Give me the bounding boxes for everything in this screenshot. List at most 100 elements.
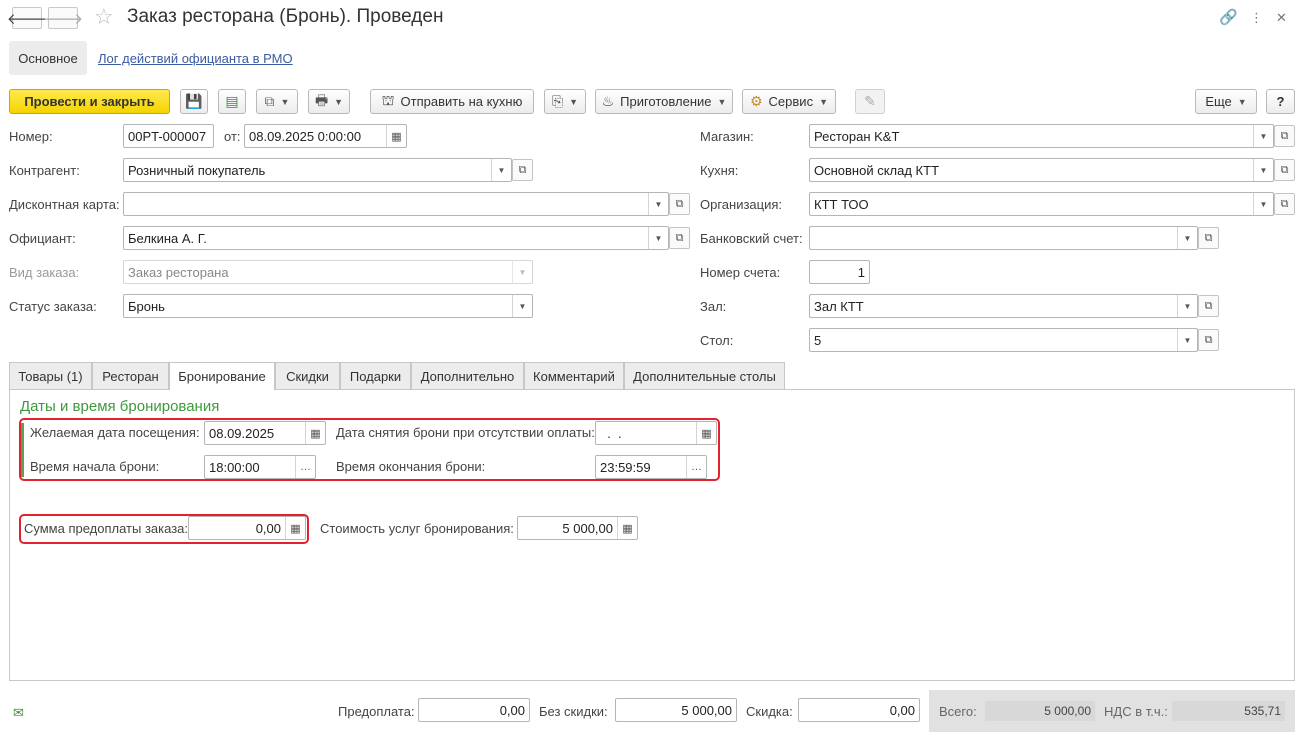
counterparty-field[interactable]: Розничный покупатель ▼	[123, 158, 512, 182]
open-discount-card-button[interactable]: ⧉	[669, 193, 690, 215]
tab-comment[interactable]: Комментарий	[524, 362, 624, 389]
shop-label: Магазин:	[700, 129, 754, 144]
organization-field[interactable]: КТТ ТОО ▼	[809, 192, 1274, 216]
create-based-icon: ⧉	[264, 93, 275, 109]
service-button[interactable]: ⚙ Сервис ▼	[742, 89, 836, 114]
chevron-down-icon[interactable]: ▼	[1253, 159, 1273, 181]
calendar-icon[interactable]: ▦	[386, 125, 406, 147]
cancel-date-label: Дата снятия брони при отсутствии оплаты:	[336, 425, 595, 440]
post-and-close-button[interactable]: Провести и закрыть	[9, 89, 170, 114]
chevron-down-icon[interactable]: ▼	[1177, 227, 1197, 249]
order-status-field[interactable]: Бронь ▼	[123, 294, 533, 318]
open-shop-button[interactable]: ⧉	[1274, 125, 1295, 147]
edit-button[interactable]: ✎	[855, 89, 885, 114]
help-button[interactable]: ?	[1266, 89, 1295, 114]
order-type-value: Заказ ресторана	[128, 264, 229, 280]
create-based-on-button[interactable]: ⧉ ▼	[256, 89, 298, 114]
tab-discounts[interactable]: Скидки	[275, 362, 340, 389]
open-organization-button[interactable]: ⧉	[1274, 193, 1295, 215]
tab-goods[interactable]: Товары (1)	[9, 362, 92, 389]
organization-label: Организация:	[700, 197, 783, 212]
discount-card-field[interactable]: ▼	[123, 192, 669, 216]
send-to-kitchen-button[interactable]: ⛫ Отправить на кухню	[370, 89, 534, 114]
waiter-log-link[interactable]: Лог действий официанта в РМО	[98, 51, 293, 66]
open-kitchen-button[interactable]: ⧉	[1274, 159, 1295, 181]
shop-field[interactable]: Ресторан K&T ▼	[809, 124, 1274, 148]
favorite-star-icon[interactable]: ☆	[94, 4, 114, 30]
table-field[interactable]: 5 ▼	[809, 328, 1198, 352]
start-time-field[interactable]: 18:00:00…	[204, 455, 316, 479]
number-field[interactable]: 00PT-000007	[123, 124, 214, 148]
save-icon: 💾	[185, 93, 203, 109]
hall-label: Зал:	[700, 299, 727, 314]
service-cost-field[interactable]: 5 000,00 ▦	[517, 516, 638, 540]
tab-gifts[interactable]: Подарки	[340, 362, 411, 389]
chevron-down-icon: ▼	[512, 261, 532, 283]
chevron-down-icon[interactable]: ▼	[512, 295, 532, 317]
more-button[interactable]: Еще ▼	[1195, 89, 1257, 114]
back-button[interactable]: 🡐	[7, 7, 47, 29]
close-icon[interactable]: ✕	[1276, 10, 1287, 26]
save-button[interactable]: 💾	[180, 89, 208, 114]
copy-icon: ⎘	[551, 93, 564, 109]
order-status-label: Статус заказа:	[9, 299, 97, 314]
visit-date-label: Желаемая дата посещения:	[30, 425, 200, 440]
hall-field[interactable]: Зал КТТ ▼	[809, 294, 1198, 318]
calendar-icon[interactable]: ▦	[305, 422, 325, 444]
kitchen-icon: ⛫	[381, 92, 395, 108]
post-button[interactable]: ▤	[218, 89, 246, 114]
open-counterparty-button[interactable]: ⧉	[512, 159, 533, 181]
messages-icon[interactable]: ✉	[13, 705, 24, 721]
prepayment-sum-field[interactable]: 0,00 ▦	[188, 516, 306, 540]
ellipsis-icon[interactable]: …	[295, 456, 315, 478]
discount-field: 0,00	[798, 698, 920, 722]
open-hall-button[interactable]: ⧉	[1198, 295, 1219, 317]
chevron-down-icon[interactable]: ▼	[1253, 125, 1273, 147]
printer-icon: 🖶	[314, 91, 329, 108]
order-status-value: Бронь	[128, 298, 165, 314]
chevron-down-icon: ▼	[1237, 96, 1247, 107]
cooking-button[interactable]: ♨ Приготовление ▼	[595, 89, 733, 114]
chevron-down-icon[interactable]: ▼	[1253, 193, 1273, 215]
more-label: Еще	[1205, 94, 1232, 109]
kitchen-field[interactable]: Основной склад КТТ ▼	[809, 158, 1274, 182]
open-waiter-button[interactable]: ⧉	[669, 227, 690, 249]
date-from-label: от:	[224, 129, 241, 144]
tab-additional-tables[interactable]: Дополнительные столы	[624, 362, 785, 389]
forward-button[interactable]: 🡒	[43, 7, 83, 29]
calendar-icon[interactable]: ▦	[696, 422, 716, 444]
chevron-down-icon[interactable]: ▼	[1177, 295, 1197, 317]
open-table-button[interactable]: ⧉	[1198, 329, 1219, 351]
link-icon[interactable]: 🔗	[1219, 8, 1238, 26]
tab-additional[interactable]: Дополнительно	[411, 362, 524, 389]
cancel-date-field[interactable]: . . ▦	[595, 421, 717, 445]
visit-date-field[interactable]: 08.09.2025 ▦	[204, 421, 326, 445]
tab-main[interactable]: Основное	[9, 41, 87, 75]
calculator-icon[interactable]: ▦	[617, 517, 637, 539]
discount-label: Скидка:	[746, 704, 793, 719]
visit-date-value: 08.09.2025	[209, 425, 275, 441]
more-vertical-icon[interactable]: ⋮	[1250, 10, 1263, 26]
shop-value: Ресторан K&T	[814, 128, 900, 144]
chevron-down-icon[interactable]: ▼	[648, 227, 668, 249]
copy-button[interactable]: ⎘ ▼	[544, 89, 586, 114]
tab-restaurant[interactable]: Ресторан	[92, 362, 169, 389]
chevron-down-icon[interactable]: ▼	[648, 193, 668, 215]
open-bank-account-button[interactable]: ⧉	[1198, 227, 1219, 249]
calculator-icon[interactable]: ▦	[285, 517, 305, 539]
account-number-field[interactable]: 1	[809, 260, 870, 284]
chevron-down-icon[interactable]: ▼	[1177, 329, 1197, 351]
open-icon: ⧉	[518, 163, 527, 176]
tab-booking[interactable]: Бронирование	[169, 362, 275, 390]
bank-account-label: Банковский счет:	[700, 231, 803, 246]
prepayment-label: Предоплата:	[338, 704, 415, 719]
chevron-down-icon[interactable]: ▼	[491, 159, 511, 181]
print-button[interactable]: 🖶 ▼	[308, 89, 350, 114]
waiter-field[interactable]: Белкина А. Г. ▼	[123, 226, 669, 250]
bank-account-field[interactable]: ▼	[809, 226, 1198, 250]
end-time-field[interactable]: 23:59:59…	[595, 455, 707, 479]
booking-section-title: Даты и время бронирования	[20, 398, 220, 415]
date-field[interactable]: 08.09.2025 0:00:00 ▦	[244, 124, 407, 148]
ellipsis-icon[interactable]: …	[686, 456, 706, 478]
organization-value: КТТ ТОО	[814, 196, 869, 212]
